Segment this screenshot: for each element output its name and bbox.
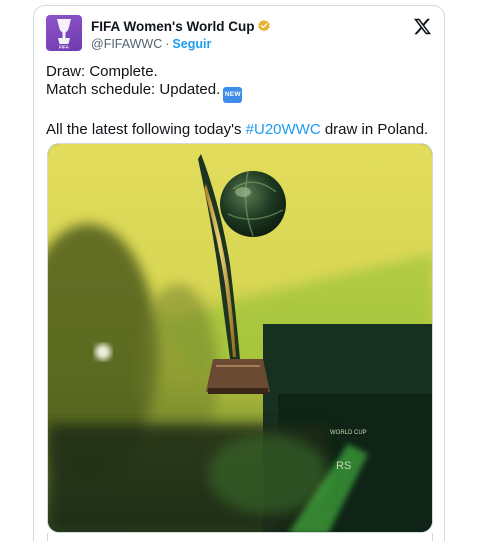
- tweet-line-2: Match schedule: Updated. NEW: [46, 81, 432, 103]
- box-text-2: RS: [336, 460, 351, 472]
- tweet-photo[interactable]: WORLD CUP RS: [47, 143, 433, 533]
- tweet-line-3: All the latest following today's #U20WWC…: [46, 121, 432, 139]
- new-emoji-icon: NEW: [223, 87, 243, 103]
- account-names: FIFA Women's World Cup @FIFAWWC · Seguir: [91, 17, 271, 53]
- display-name-row: FIFA Women's World Cup: [91, 17, 271, 35]
- fifa-wwc-logo-icon: FIFA: [57, 19, 71, 50]
- display-name[interactable]: FIFA Women's World Cup: [91, 19, 254, 34]
- tweet-text: Draw: Complete. Match schedule: Updated.…: [46, 63, 432, 139]
- tweet-card: FIFA FIFA Women's World Cup @FIFAWWC · S…: [33, 5, 445, 541]
- verified-badge-icon: [258, 19, 271, 32]
- box-text-1: WORLD CUP: [330, 430, 367, 436]
- tweet-line-3-prefix: All the latest following today's: [46, 121, 246, 138]
- handle-row: @FIFAWWC · Seguir: [91, 35, 271, 53]
- tweet-line-2-text: Match schedule: Updated.: [46, 81, 221, 98]
- hashtag-link[interactable]: #U20WWC: [246, 121, 321, 138]
- x-logo-icon[interactable]: [413, 17, 432, 36]
- follow-button[interactable]: Seguir: [172, 37, 211, 51]
- tweet-line-1: Draw: Complete.: [46, 63, 158, 80]
- tweet-header: FIFA FIFA Women's World Cup @FIFAWWC · S…: [46, 15, 432, 55]
- account-handle[interactable]: @FIFAWWC: [91, 37, 162, 51]
- media-frame-bottom: [47, 533, 433, 541]
- avatar-logo-text: FIFA: [59, 45, 69, 50]
- tweet-line-3-suffix: draw in Poland.: [320, 121, 429, 138]
- avatar[interactable]: FIFA: [46, 15, 82, 51]
- trophy-photo-image: WORLD CUP RS: [48, 144, 432, 532]
- separator-dot: ·: [165, 37, 170, 51]
